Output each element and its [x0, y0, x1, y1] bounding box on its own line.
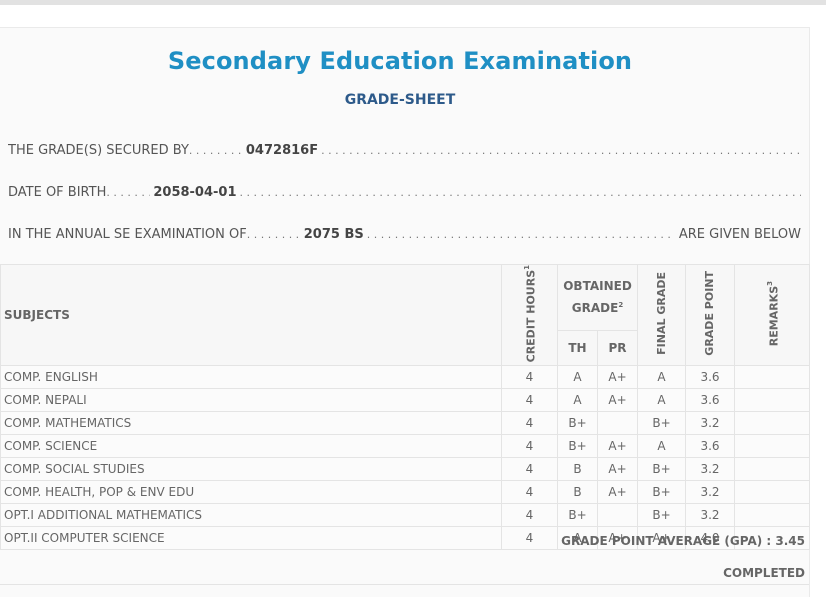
- exam-label: IN THE ANNUAL SE EXAMINATION OF: [8, 227, 247, 242]
- subject-cell: COMP. ENGLISH: [0, 365, 502, 390]
- remarks-footnote: 3: [765, 281, 774, 286]
- grade-point-cell: 3.2: [685, 503, 735, 528]
- remarks-text: REMARKS: [767, 285, 781, 347]
- pr-grade-cell: [597, 411, 638, 436]
- exam-line: IN THE ANNUAL SE EXAMINATION OF 2075 BS …: [8, 222, 801, 242]
- remarks-cell: [734, 503, 810, 528]
- leader-dots: [367, 227, 675, 242]
- final-grade-text: FINAL GRADE: [654, 272, 668, 356]
- grade-point-cell: 3.2: [685, 457, 735, 482]
- final-grade-cell: A: [637, 388, 686, 413]
- final-grade-cell: B+: [637, 480, 686, 505]
- grade-point-text: GRADE POINT: [703, 271, 716, 357]
- subject-cell: OPT.II COMPUTER SCIENCE: [0, 526, 502, 551]
- th-grade-cell: B+: [557, 434, 598, 459]
- remarks-cell: [734, 434, 810, 459]
- subjects-header: SUBJECTS: [0, 263, 502, 367]
- credit-cell: 4: [501, 503, 558, 528]
- pr-grade-cell: [597, 503, 638, 528]
- th-header: TH: [557, 329, 598, 367]
- credit-cell: 4: [501, 526, 558, 551]
- th-grade-cell: B: [557, 480, 598, 505]
- credit-cell: 4: [501, 411, 558, 436]
- pr-grade-cell: A+: [597, 388, 638, 413]
- remarks-cell: [734, 365, 810, 390]
- pr-grade-cell: A+: [597, 457, 638, 482]
- grade-point-cell: 3.6: [685, 388, 735, 413]
- table-row: COMP. NEPALI 4 A A+ A 3.6: [0, 388, 810, 413]
- grade-point-cell: 3.2: [685, 480, 735, 505]
- subject-cell: COMP. MATHEMATICS: [0, 411, 502, 436]
- table-row: COMP. SOCIAL STUDIES 4 B A+ B+ 3.2: [0, 457, 810, 482]
- page-title: Secondary Education Examination: [167, 47, 633, 75]
- exam-suffix: ARE GIVEN BELOW: [678, 227, 801, 242]
- obtained-grade-header: OBTAINED GRADE2: [557, 264, 638, 331]
- leader-dots: [240, 185, 801, 200]
- dob-line: DATE OF BIRTH 2058-04-01: [8, 180, 801, 200]
- pr-grade-cell: A+: [597, 480, 638, 505]
- leader-dots: [321, 143, 801, 158]
- credit-cell: 4: [501, 434, 558, 459]
- secured-by-line: THE GRADE(S) SECURED BY 0472816F: [8, 138, 801, 158]
- th-grade-cell: A: [557, 388, 598, 413]
- exam-year: 2075 BS: [303, 227, 364, 242]
- grade-point-header: GRADE POINT: [685, 263, 735, 367]
- subject-cell: OPT.I ADDITIONAL MATHEMATICS: [0, 503, 502, 528]
- remarks-cell: [734, 480, 810, 505]
- remarks-cell: [734, 388, 810, 413]
- credit-hours-header: CREDIT HOURS1: [501, 263, 558, 367]
- remarks-cell: [734, 411, 810, 436]
- grade-point-cell: 3.2: [685, 411, 735, 436]
- bottom-divider: [0, 584, 809, 585]
- final-grade-cell: B+: [637, 411, 686, 436]
- obtained-grade-footnote: 2: [618, 300, 624, 309]
- remarks-cell: [734, 457, 810, 482]
- table-row: COMP. MATHEMATICS 4 B+ B+ 3.2: [0, 411, 810, 436]
- gpa-summary: GRADE POINT AVERAGE (GPA) : 3.45: [561, 534, 805, 548]
- final-grade-cell: B+: [637, 503, 686, 528]
- credit-cell: 4: [501, 365, 558, 390]
- credit-cell: 4: [501, 480, 558, 505]
- final-grade-header: FINAL GRADE: [637, 263, 686, 367]
- credit-hours-text: CREDIT HOURS: [524, 269, 538, 363]
- credit-cell: 4: [501, 388, 558, 413]
- table-row: COMP. ENGLISH 4 A A+ A 3.6: [0, 365, 810, 390]
- remarks-header: REMARKS3: [734, 263, 810, 367]
- pr-header: PR: [597, 329, 638, 367]
- obtained-grade-text: OBTAINED GRADE: [563, 278, 632, 315]
- pr-grade-cell: A+: [597, 434, 638, 459]
- th-grade-cell: B+: [557, 503, 598, 528]
- grades-table: SUBJECTS CREDIT HOURS1 OBTAINED GRADE2 F…: [0, 263, 810, 551]
- leader-dots: [106, 185, 150, 200]
- table-row: COMP. HEALTH, POP & ENV EDU 4 B A+ B+ 3.2: [0, 480, 810, 505]
- subject-cell: COMP. HEALTH, POP & ENV EDU: [0, 480, 502, 505]
- subject-cell: COMP. SCIENCE: [0, 434, 502, 459]
- credit-hours-footnote: 1: [523, 265, 532, 270]
- top-bar: [0, 0, 826, 5]
- grade-point-cell: 3.6: [685, 365, 735, 390]
- final-grade-cell: B+: [637, 457, 686, 482]
- symbol-number: 0472816F: [245, 143, 319, 158]
- credit-cell: 4: [501, 457, 558, 482]
- final-grade-cell: A: [637, 365, 686, 390]
- table-row: COMP. SCIENCE 4 B+ A+ A 3.6: [0, 434, 810, 459]
- leader-dots: [189, 143, 243, 158]
- final-grade-cell: A: [637, 434, 686, 459]
- th-grade-cell: A: [557, 365, 598, 390]
- dob-value: 2058-04-01: [153, 185, 237, 200]
- result-status: COMPLETED: [723, 566, 805, 580]
- th-grade-cell: B+: [557, 411, 598, 436]
- table-row: OPT.I ADDITIONAL MATHEMATICS 4 B+ B+ 3.2: [0, 503, 810, 528]
- dob-label: DATE OF BIRTH: [8, 185, 107, 200]
- th-grade-cell: B: [557, 457, 598, 482]
- leader-dots: [247, 227, 301, 242]
- page-subtitle: GRADE-SHEET: [344, 92, 456, 108]
- pr-grade-cell: A+: [597, 365, 638, 390]
- subject-cell: COMP. NEPALI: [0, 388, 502, 413]
- secured-by-label: THE GRADE(S) SECURED BY: [8, 143, 189, 158]
- grade-point-cell: 3.6: [685, 434, 735, 459]
- subject-cell: COMP. SOCIAL STUDIES: [0, 457, 502, 482]
